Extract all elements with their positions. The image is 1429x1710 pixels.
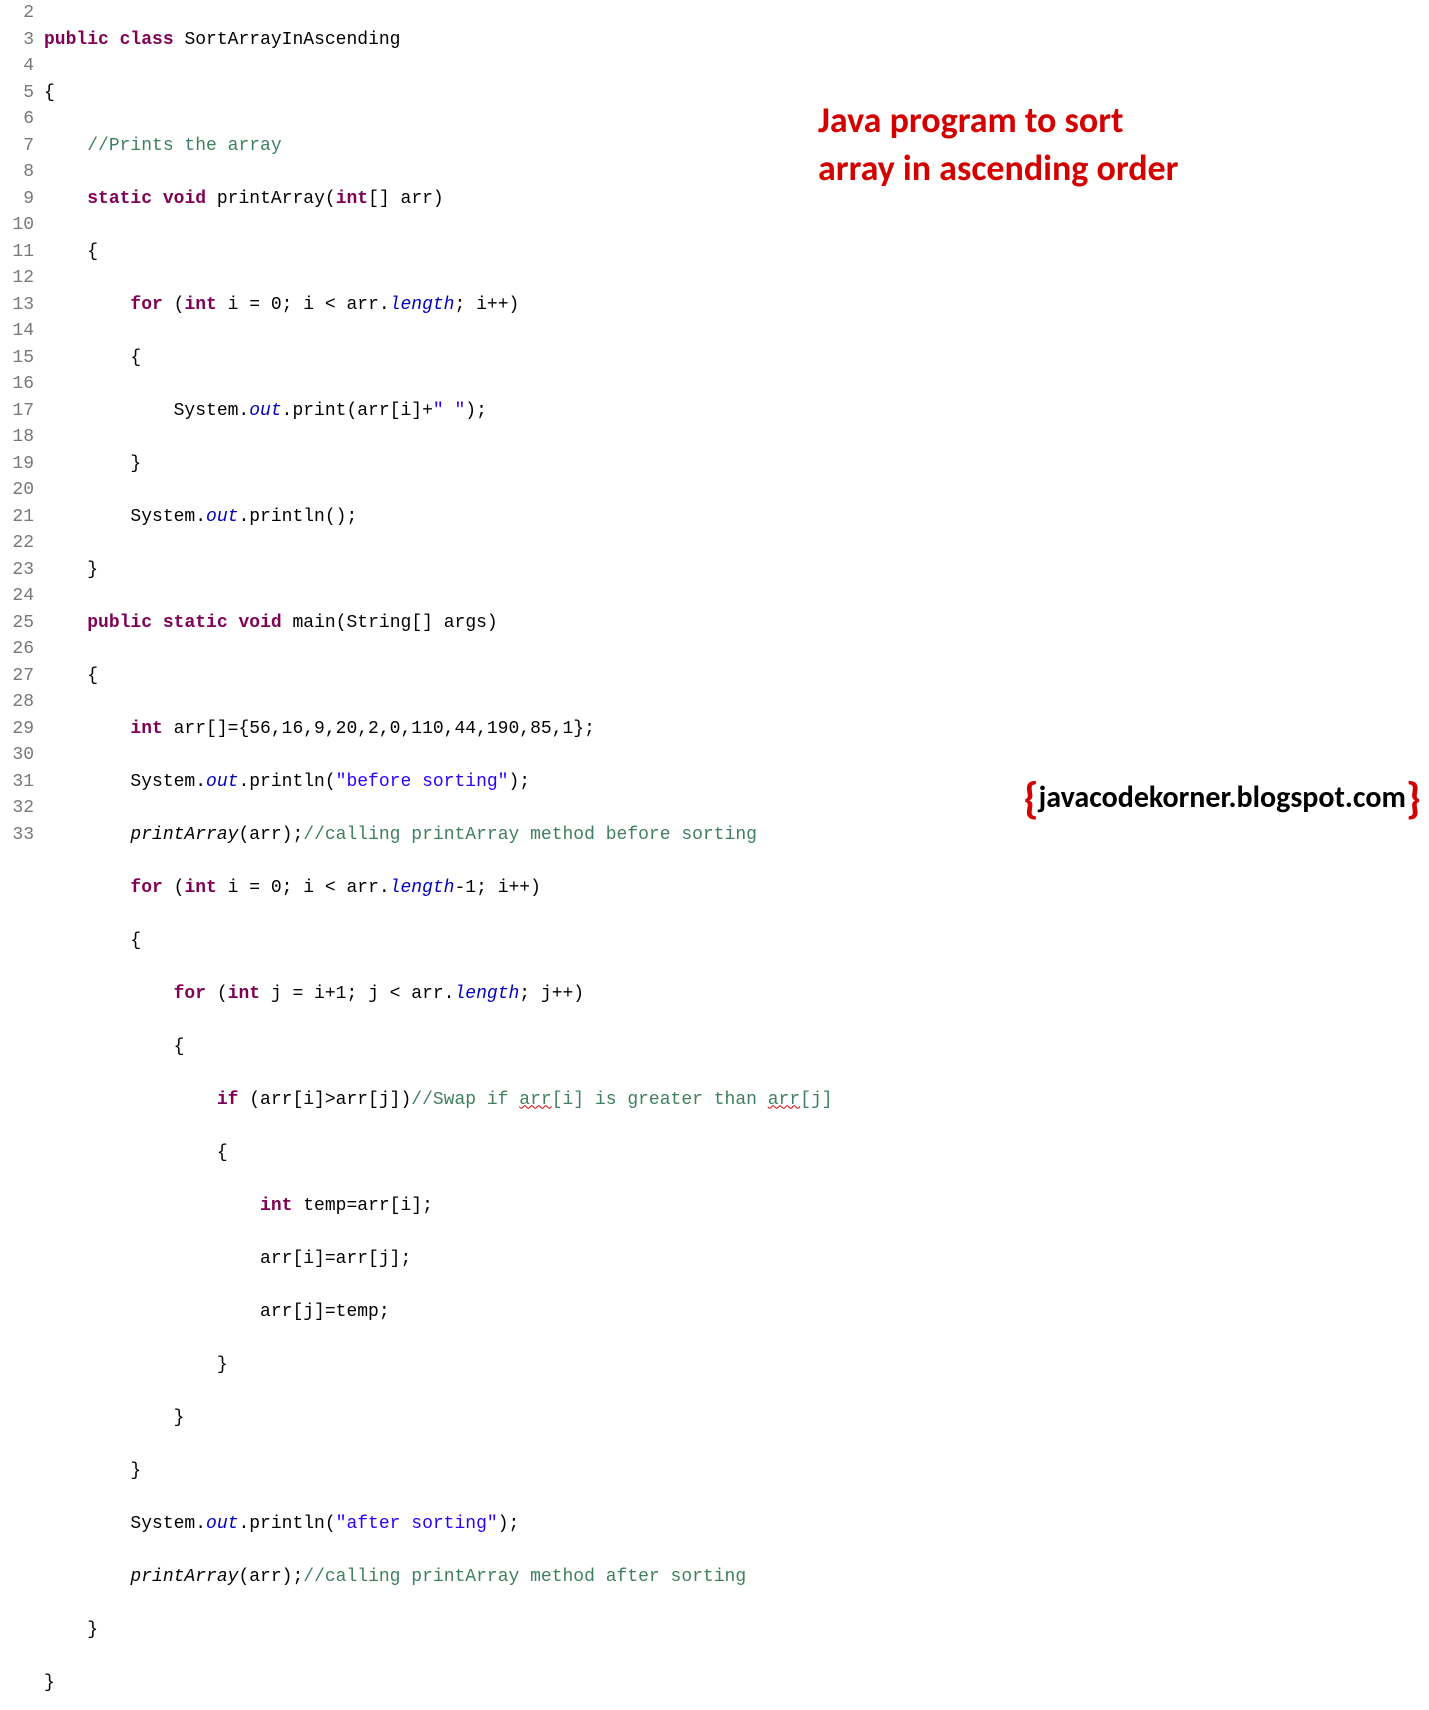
line-number: 3 (0, 27, 34, 54)
code-line[interactable]: arr[i]=arr[j]; (44, 1246, 1429, 1273)
code-line[interactable]: } (44, 557, 1429, 584)
line-number: 23 (0, 557, 34, 584)
line-number: 22 (0, 530, 34, 557)
code-line[interactable]: public static void main(String[] args) (44, 610, 1429, 637)
code-line[interactable]: { (44, 663, 1429, 690)
line-number: 17 (0, 398, 34, 425)
line-number: 13 (0, 292, 34, 319)
line-number: 8 (0, 159, 34, 186)
line-number: 32 (0, 795, 34, 822)
line-number: 18 (0, 424, 34, 451)
line-number: 4 (0, 53, 34, 80)
line-number: 31 (0, 769, 34, 796)
code-line[interactable]: for (int j = i+1; j < arr.length; j++) (44, 981, 1429, 1008)
code-line[interactable]: static void printArray(int[] arr) (44, 186, 1429, 213)
line-number: 21 (0, 504, 34, 531)
code-line[interactable]: } (44, 1352, 1429, 1379)
code-line[interactable]: printArray(arr);//calling printArray met… (44, 1564, 1429, 1591)
line-number: 29 (0, 716, 34, 743)
code-line[interactable]: } (44, 1405, 1429, 1432)
line-number: 28 (0, 689, 34, 716)
code-line[interactable]: { (44, 1034, 1429, 1061)
code-line[interactable]: //Prints the array (44, 133, 1429, 160)
code-line[interactable]: if (arr[i]>arr[j])//Swap if arr[i] is gr… (44, 1087, 1429, 1114)
overlay-branding: {javacodekorner.blogspot.com} (1023, 771, 1421, 825)
code-line[interactable]: { (44, 239, 1429, 266)
line-number: 2 (0, 0, 34, 27)
line-number: 25 (0, 610, 34, 637)
code-line[interactable]: } (44, 1670, 1429, 1697)
brace-icon: } (1406, 771, 1421, 825)
code-line[interactable]: } (44, 1617, 1429, 1644)
code-line[interactable]: { (44, 1140, 1429, 1167)
code-line[interactable]: for (int i = 0; i < arr.length-1; i++) (44, 875, 1429, 902)
line-number: 7 (0, 133, 34, 160)
line-number: 9 (0, 186, 34, 213)
code-line[interactable]: { (44, 345, 1429, 372)
code-line[interactable]: int temp=arr[i]; (44, 1193, 1429, 1220)
line-number: 20 (0, 477, 34, 504)
line-number-gutter: 2 3 4 5 6 7 8 9 10 11 12 13 14 15 16 17 … (0, 0, 38, 855)
line-number: 30 (0, 742, 34, 769)
code-line[interactable]: } (44, 451, 1429, 478)
code-line[interactable]: System.out.println(); (44, 504, 1429, 531)
line-number: 15 (0, 345, 34, 372)
code-editor[interactable]: public class SortArrayInAscending { //Pr… (38, 0, 1429, 855)
code-line[interactable]: int arr[]={56,16,9,20,2,0,110,44,190,85,… (44, 716, 1429, 743)
line-number: 26 (0, 636, 34, 663)
overlay-title: Java program to sort array in ascending … (818, 96, 1178, 192)
code-line[interactable]: for (int i = 0; i < arr.length; i++) (44, 292, 1429, 319)
code-line[interactable]: arr[j]=temp; (44, 1299, 1429, 1326)
code-line[interactable]: { (44, 80, 1429, 107)
line-number: 14 (0, 318, 34, 345)
code-line[interactable]: public class SortArrayInAscending (44, 27, 1429, 54)
line-number: 11 (0, 239, 34, 266)
line-number: 16 (0, 371, 34, 398)
line-number: 12 (0, 265, 34, 292)
code-line[interactable]: printArray(arr);//calling printArray met… (44, 822, 1429, 849)
brace-icon: { (1023, 771, 1038, 825)
line-number: 5 (0, 80, 34, 107)
line-number: 19 (0, 451, 34, 478)
line-number: 24 (0, 583, 34, 610)
line-number: 33 (0, 822, 34, 849)
code-line[interactable]: System.out.print(arr[i]+" "); (44, 398, 1429, 425)
code-line[interactable]: } (44, 1458, 1429, 1485)
line-number: 6 (0, 106, 34, 133)
line-number: 10 (0, 212, 34, 239)
code-line[interactable]: { (44, 928, 1429, 955)
line-number: 27 (0, 663, 34, 690)
code-line[interactable]: System.out.println("after sorting"); (44, 1511, 1429, 1538)
